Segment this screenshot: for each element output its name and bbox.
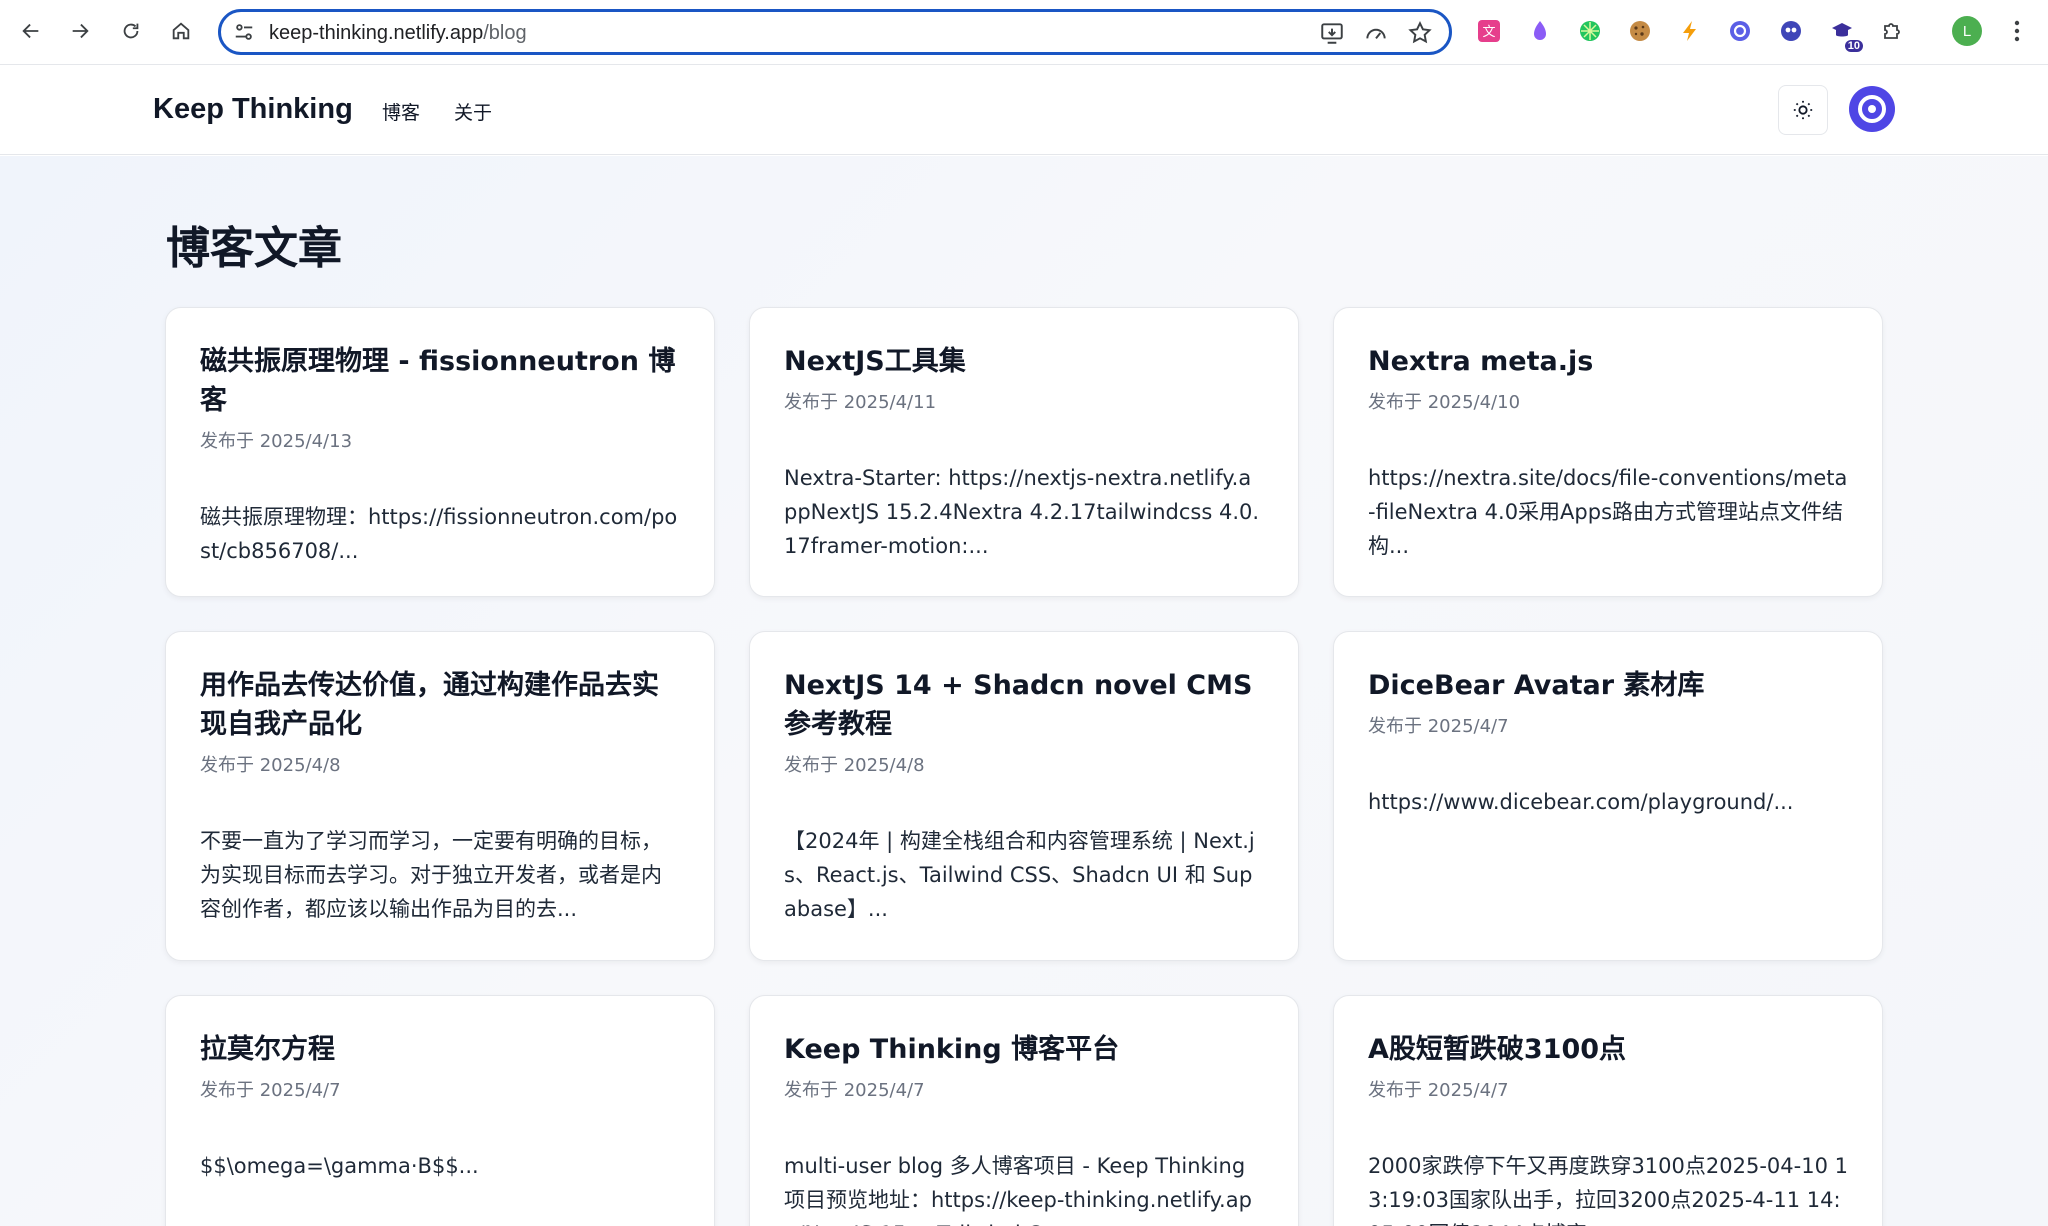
post-title[interactable]: NextJS工具集 — [784, 342, 1264, 381]
post-title[interactable]: Keep Thinking 博客平台 — [784, 1030, 1264, 1069]
post-title[interactable]: 磁共振原理物理 - fissionneutron 博客 — [200, 342, 680, 420]
user-avatar[interactable] — [1849, 86, 1895, 132]
post-card[interactable]: Keep Thinking 博客平台 发布于 2025/4/7 multi-us… — [749, 995, 1299, 1226]
post-date: 发布于 2025/4/8 — [784, 755, 925, 776]
post-excerpt: $$\omega=\gamma·B$$... — [200, 1154, 479, 1178]
extension-icon[interactable] — [1725, 16, 1755, 46]
post-date: 发布于 2025/4/8 — [200, 755, 341, 776]
extension-icon[interactable] — [1525, 16, 1555, 46]
avatar-ring — [1858, 95, 1886, 123]
address-bar[interactable]: keep-thinking.netlify.app/blog — [218, 9, 1452, 55]
post-excerpt: 不要一直为了学习而学习，一定要有明确的目标，为实现目标而去学习。对于独立开发者，… — [200, 829, 662, 921]
nav-link-about[interactable]: 关于 — [454, 98, 492, 125]
post-card[interactable]: NextJS 14 + Shadcn novel CMS 参考教程 发布于 20… — [749, 631, 1299, 961]
extension-icon[interactable] — [1776, 16, 1806, 46]
post-title[interactable]: Nextra meta.js — [1368, 342, 1848, 381]
install-app-icon[interactable] — [1319, 20, 1345, 46]
url-host: keep-thinking.netlify.app — [269, 22, 484, 44]
site-header: Keep Thinking 博客 关于 — [0, 65, 2048, 155]
post-date: 发布于 2025/4/10 — [1368, 392, 1521, 413]
post-excerpt: https://nextra.site/docs/file-convention… — [1368, 466, 1848, 558]
kebab-menu-icon[interactable] — [2002, 16, 2032, 46]
profile-avatar[interactable]: L — [1952, 16, 1982, 46]
cookie-extension-icon[interactable] — [1625, 16, 1655, 46]
post-card[interactable]: 拉莫尔方程 发布于 2025/4/7 $$\omega=\gamma·B$$..… — [165, 995, 715, 1226]
extension-icon[interactable]: 10 — [1827, 16, 1863, 52]
extension-badge: 10 — [1844, 40, 1863, 52]
post-title[interactable]: 拉莫尔方程 — [200, 1030, 680, 1069]
sun-icon — [1793, 100, 1813, 120]
reload-icon[interactable] — [114, 14, 148, 48]
page-title: 博客文章 — [166, 223, 342, 274]
post-title[interactable]: NextJS 14 + Shadcn novel CMS 参考教程 — [784, 666, 1264, 744]
post-card[interactable]: DiceBear Avatar 素材库 发布于 2025/4/7 https:/… — [1333, 631, 1883, 961]
nav-link-blog[interactable]: 博客 — [382, 98, 420, 125]
theme-toggle-button[interactable] — [1778, 85, 1828, 135]
post-excerpt: 2000家跌停下午又再度跌穿3100点2025-04-10 13:19:03国家… — [1368, 1154, 1848, 1226]
post-title[interactable]: 用作品去传达价值，通过构建作品去实现自我产品化 — [200, 666, 680, 744]
post-title[interactable]: A股短暂跌破3100点 — [1368, 1030, 1848, 1069]
post-grid: 磁共振原理物理 - fissionneutron 博客 发布于 2025/4/1… — [165, 307, 1884, 1226]
post-excerpt: https://www.dicebear.com/playground/... — [1368, 790, 1794, 814]
main-content: 博客文章 磁共振原理物理 - fissionneutron 博客 发布于 202… — [0, 156, 2048, 1226]
forward-icon[interactable] — [63, 14, 97, 48]
svg-text:文: 文 — [1482, 25, 1495, 40]
browser-toolbar: keep-thinking.netlify.app/blog 文 10 L — [0, 0, 2048, 65]
avatar-dot — [1868, 105, 1876, 113]
post-date: 发布于 2025/4/7 — [1368, 716, 1509, 737]
post-excerpt: 【2024年 | 构建全栈组合和内容管理系统 | Next.js、React.j… — [784, 829, 1255, 921]
post-card[interactable]: A股短暂跌破3100点 发布于 2025/4/7 2000家跌停下午又再度跌穿3… — [1333, 995, 1883, 1226]
post-excerpt: Nextra-Starter: https://nextjs-nextra.ne… — [784, 466, 1260, 558]
post-excerpt: 磁共振原理物理：https://fissionneutron.com/post/… — [200, 505, 678, 563]
site-settings-icon[interactable] — [233, 21, 255, 43]
post-date: 发布于 2025/4/7 — [200, 1080, 341, 1101]
url-path: /blog — [483, 22, 527, 44]
back-icon[interactable] — [14, 14, 48, 48]
bookmark-star-icon[interactable] — [1407, 20, 1433, 46]
translate-extension-icon[interactable]: 文 — [1474, 16, 1504, 46]
puzzle-icon[interactable] — [1877, 16, 1907, 46]
post-date: 发布于 2025/4/7 — [784, 1080, 925, 1101]
site-brand[interactable]: Keep Thinking — [153, 93, 353, 126]
post-card[interactable]: 用作品去传达价值，通过构建作品去实现自我产品化 发布于 2025/4/8 不要一… — [165, 631, 715, 961]
post-card[interactable]: NextJS工具集 发布于 2025/4/11 Nextra-Starter: … — [749, 307, 1299, 597]
post-card[interactable]: Nextra meta.js 发布于 2025/4/10 https://nex… — [1333, 307, 1883, 597]
home-icon[interactable] — [164, 14, 198, 48]
post-excerpt: multi-user blog 多人博客项目 - Keep Thinking项目… — [784, 1154, 1252, 1226]
extension-icon[interactable] — [1575, 16, 1605, 46]
performance-icon[interactable] — [1363, 20, 1389, 46]
post-title[interactable]: DiceBear Avatar 素材库 — [1368, 666, 1848, 705]
extension-icon[interactable] — [1675, 16, 1705, 46]
post-date: 发布于 2025/4/13 — [200, 431, 353, 452]
post-card[interactable]: 磁共振原理物理 - fissionneutron 博客 发布于 2025/4/1… — [165, 307, 715, 597]
url-text[interactable]: keep-thinking.netlify.app/blog — [269, 21, 527, 45]
post-date: 发布于 2025/4/11 — [784, 392, 937, 413]
post-date: 发布于 2025/4/7 — [1368, 1080, 1509, 1101]
